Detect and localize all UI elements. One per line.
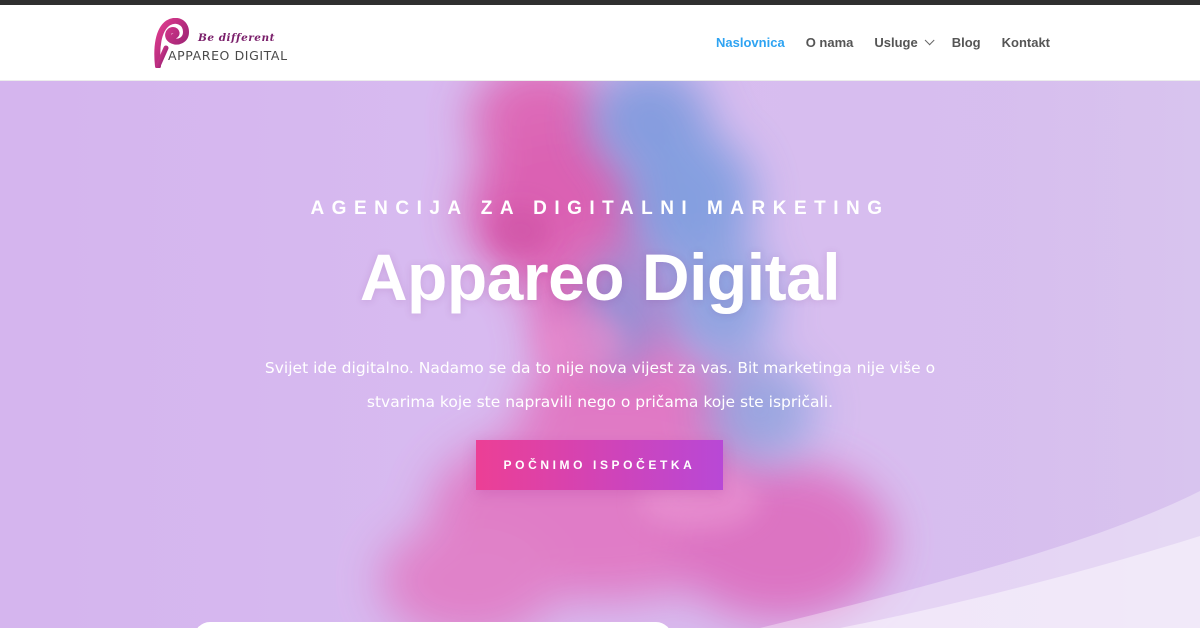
hero-title: Appareo Digital — [359, 240, 841, 314]
hero-eyebrow: AGENCIJA ZA DIGITALNI MARKETING — [310, 198, 890, 219]
site-logo[interactable]: Be different APPAREO DIGITAL — [152, 18, 287, 70]
site-header: Be different APPAREO DIGITAL Naslovnica … — [0, 5, 1200, 81]
cta-button[interactable]: POČNIMO ISPOČETKA — [476, 440, 723, 490]
logo-name: APPAREO DIGITAL — [168, 48, 288, 63]
content-card-peek — [194, 622, 672, 628]
hero-content: AGENCIJA ZA DIGITALNI MARKETING Appareo … — [0, 81, 1200, 628]
main-navigation: Naslovnica O nama Usluge Blog Kontakt — [695, 35, 1050, 50]
chevron-down-icon — [924, 35, 935, 46]
nav-item-usluge-label: Usluge — [874, 35, 918, 50]
nav-item-kontakt[interactable]: Kontakt — [1002, 35, 1050, 50]
nav-item-usluge[interactable]: Usluge — [874, 35, 935, 50]
hero-description: Svijet ide digitalno. Nadamo se da to ni… — [264, 359, 936, 411]
nav-item-blog[interactable]: Blog — [952, 35, 981, 50]
nav-item-o-nama[interactable]: O nama — [806, 35, 854, 50]
hero-section: AGENCIJA ZA DIGITALNI MARKETING Appareo … — [0, 81, 1200, 628]
nav-item-naslovnica[interactable]: Naslovnica — [716, 35, 785, 50]
logo-tagline: Be different — [198, 32, 275, 44]
